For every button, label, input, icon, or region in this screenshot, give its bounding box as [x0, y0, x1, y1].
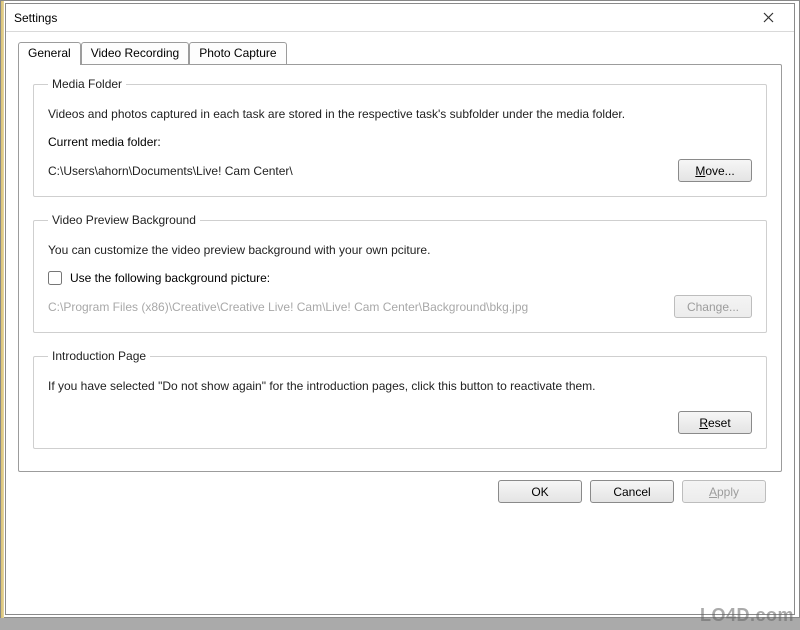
bottom-strip: [0, 618, 800, 630]
introduction-page-legend: Introduction Page: [48, 349, 150, 363]
outer-frame: Settings General Video Recording Photo C…: [0, 0, 800, 618]
current-media-folder-label: Current media folder:: [48, 135, 752, 149]
video-preview-background-legend: Video Preview Background: [48, 213, 200, 227]
introduction-page-group: Introduction Page If you have selected "…: [33, 349, 767, 449]
ok-button[interactable]: OK: [498, 480, 582, 503]
move-button-accel: M: [695, 164, 705, 178]
left-edge-decoration: [1, 1, 4, 619]
titlebar: Settings: [6, 4, 794, 32]
apply-button-accel: A: [709, 485, 717, 499]
dialog-button-bar: OK Cancel Apply: [18, 472, 782, 503]
apply-button-rest: pply: [717, 485, 739, 499]
reset-button-rest: eset: [708, 416, 731, 430]
close-button[interactable]: [748, 7, 788, 29]
media-folder-desc: Videos and photos captured in each task …: [48, 107, 752, 121]
change-button[interactable]: Change...: [674, 295, 752, 318]
tab-video-recording[interactable]: Video Recording: [81, 42, 190, 64]
tab-photo-capture[interactable]: Photo Capture: [189, 42, 286, 64]
cancel-button[interactable]: Cancel: [590, 480, 674, 503]
client-area: General Video Recording Photo Capture Me…: [6, 32, 794, 509]
tab-strip: General Video Recording Photo Capture: [18, 42, 782, 64]
use-background-checkbox-label: Use the following background picture:: [70, 271, 270, 285]
move-button[interactable]: Move...: [678, 159, 752, 182]
introduction-page-desc: If you have selected "Do not show again"…: [48, 379, 752, 393]
apply-button[interactable]: Apply: [682, 480, 766, 503]
media-folder-group: Media Folder Videos and photos captured …: [33, 77, 767, 197]
tab-general[interactable]: General: [18, 42, 81, 65]
use-background-checkbox[interactable]: [48, 271, 62, 285]
video-preview-background-group: Video Preview Background You can customi…: [33, 213, 767, 333]
current-media-folder-path: C:\Users\ahorn\Documents\Live! Cam Cente…: [48, 164, 293, 178]
use-background-checkbox-row[interactable]: Use the following background picture:: [48, 271, 752, 285]
window-title: Settings: [14, 11, 57, 25]
video-preview-background-desc: You can customize the video preview back…: [48, 243, 752, 257]
background-picture-path: C:\Program Files (x86)\Creative\Creative…: [48, 300, 528, 314]
settings-window: Settings General Video Recording Photo C…: [5, 3, 795, 615]
close-icon: [763, 12, 774, 23]
move-button-rest: ove...: [705, 164, 734, 178]
tab-panel-general: Media Folder Videos and photos captured …: [18, 64, 782, 472]
media-folder-legend: Media Folder: [48, 77, 126, 91]
reset-button-accel: R: [699, 416, 708, 430]
reset-button[interactable]: Reset: [678, 411, 752, 434]
